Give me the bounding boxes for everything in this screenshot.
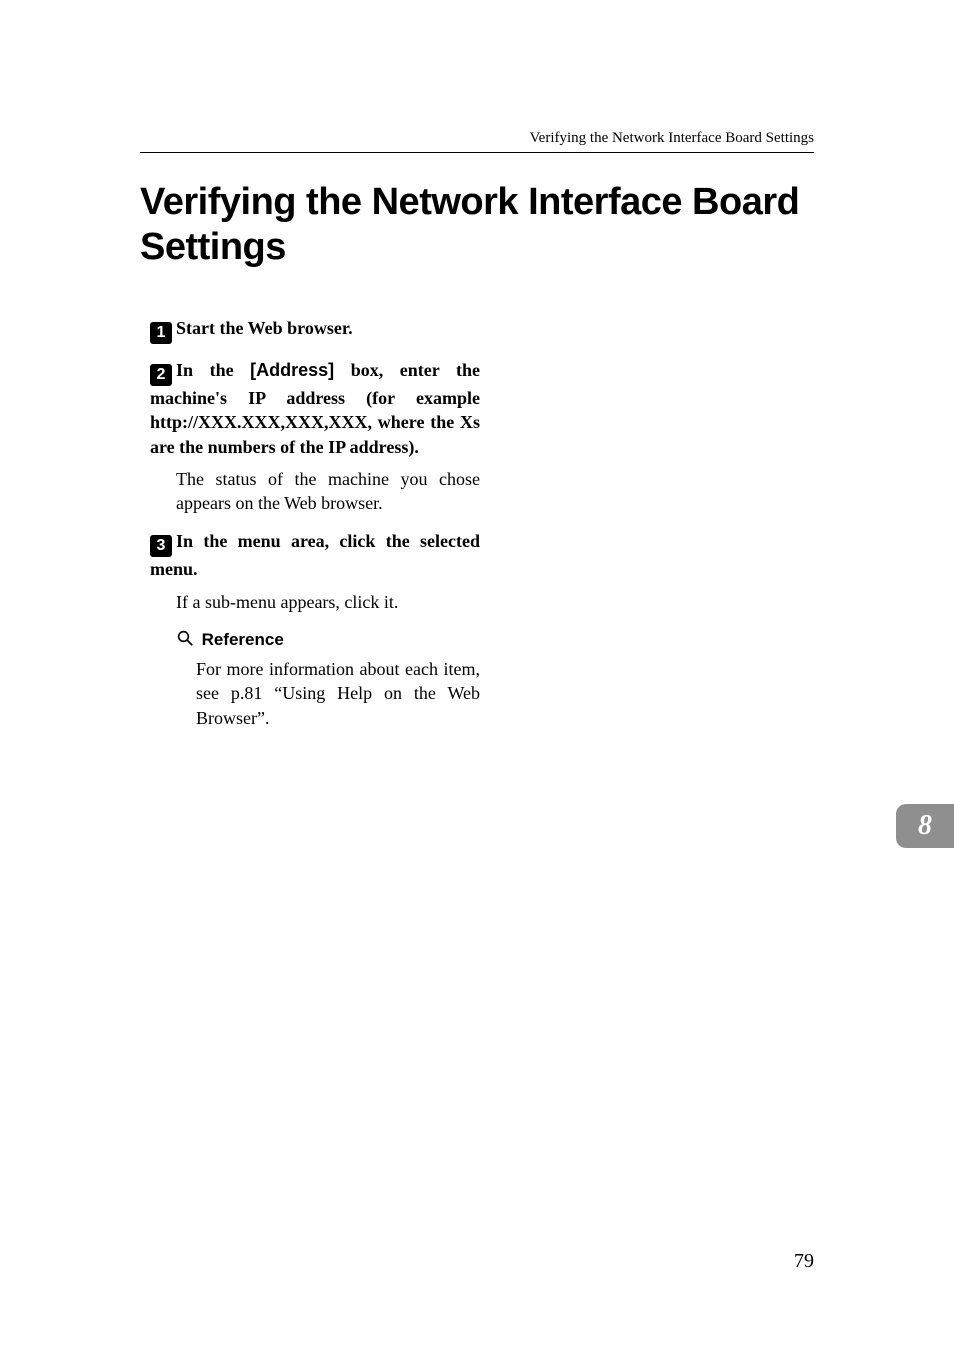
- address-ui-label: [Address]: [250, 360, 334, 380]
- step-3-number: 3: [150, 535, 172, 557]
- step-3-text: In the menu area, click the selected men…: [150, 531, 480, 579]
- document-page: Verifying the Network Interface Board Se…: [0, 0, 954, 1351]
- running-head: Verifying the Network Interface Board Se…: [530, 130, 815, 147]
- page-number: 79: [794, 1250, 814, 1273]
- reference-body-wrap: For more information about each item, se…: [196, 657, 480, 730]
- left-column: 1Start the Web browser. 2In the [Address…: [150, 316, 480, 730]
- header-rule: [140, 152, 814, 153]
- step-1-head: 1Start the Web browser.: [150, 316, 480, 344]
- reference-icon: [176, 628, 200, 650]
- step-3-body-wrap: If a sub-menu appears, click it.: [176, 590, 480, 614]
- step-1-text: Start the Web browser.: [176, 318, 353, 338]
- section-tab: 8: [896, 804, 954, 848]
- reference-heading: Reference: [176, 628, 480, 651]
- step-1: 1Start the Web browser.: [150, 316, 480, 344]
- step-2-head: 2In the [Address] box, enter the machine…: [150, 358, 480, 459]
- step-3: 3In the menu area, click the selected me…: [150, 529, 480, 614]
- step-1-number: 1: [150, 322, 172, 344]
- step-2: 2In the [Address] box, enter the machine…: [150, 358, 480, 515]
- step-2-number: 2: [150, 364, 172, 386]
- step-2-body: The status of the machine you chose appe…: [176, 467, 480, 516]
- reference-label: Reference: [202, 630, 284, 649]
- step-3-head: 3In the menu area, click the selected me…: [150, 529, 480, 581]
- reference-body: For more information about each item, se…: [196, 657, 480, 730]
- page-title: Verifying the Network Interface Board Se…: [140, 180, 814, 270]
- step-2-body-wrap: The status of the machine you chose appe…: [176, 467, 480, 516]
- step-3-body: If a sub-menu appears, click it.: [176, 590, 480, 614]
- step-2-prefix: In the: [176, 360, 250, 380]
